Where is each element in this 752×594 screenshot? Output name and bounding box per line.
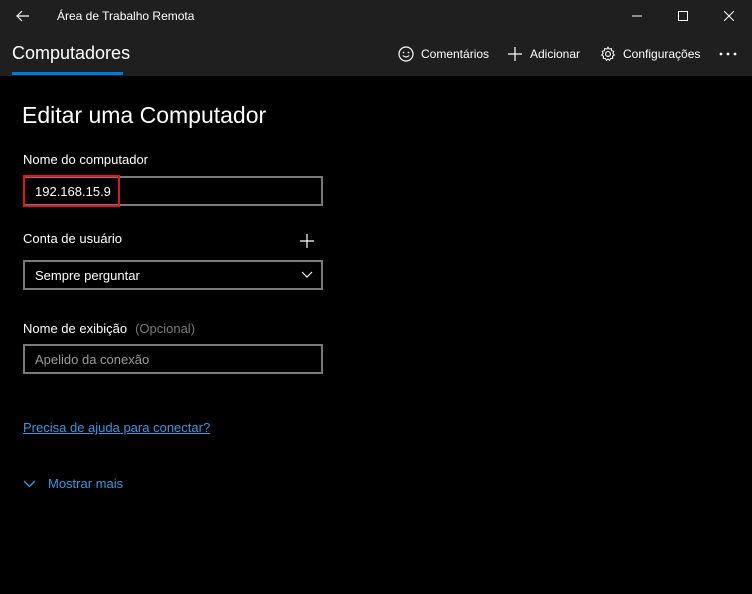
highlight-annotation [23, 175, 120, 207]
display-name-placeholder: Apelido da conexão [35, 351, 150, 367]
active-tab-indicator [12, 72, 123, 75]
command-bar: Computadores Comentários Adicionar Confi… [0, 32, 752, 76]
show-more-label: Mostrar mais [48, 476, 124, 491]
add-button[interactable]: Adicionar [507, 32, 580, 76]
add-label: Adicionar [530, 47, 581, 61]
window-controls [614, 0, 752, 32]
close-button[interactable] [706, 0, 752, 32]
title-bar: Área de Trabalho Remota [0, 0, 752, 32]
user-account-label: Conta de usuário [23, 231, 123, 246]
plus-icon [508, 47, 522, 61]
user-account-selected: Sempre perguntar [35, 267, 140, 283]
computer-name-label: Nome do computador [23, 152, 149, 167]
feedback-label: Comentários [421, 47, 490, 61]
settings-button[interactable]: Configurações [600, 32, 700, 76]
ellipsis-icon [719, 52, 737, 56]
maximize-icon [678, 11, 688, 21]
show-more-button[interactable]: Mostrar mais [23, 476, 123, 491]
maximize-button[interactable] [660, 0, 706, 32]
gear-icon [600, 46, 616, 62]
optional-hint: (Opcional) [135, 321, 196, 336]
user-account-dropdown[interactable]: Sempre perguntar [23, 260, 323, 290]
more-button[interactable] [718, 32, 745, 76]
settings-label: Configurações [623, 47, 701, 61]
chevron-down-icon [23, 480, 36, 487]
chevron-down-icon [301, 271, 313, 278]
close-icon [724, 11, 734, 21]
back-arrow-icon [16, 10, 29, 22]
add-user-account-button[interactable] [299, 233, 315, 249]
help-link[interactable]: Precisa de ajuda para conectar? [23, 420, 210, 435]
tab-computadores[interactable]: Computadores [12, 43, 130, 64]
minimize-icon [632, 15, 642, 17]
window-title: Área de Trabalho Remota [57, 9, 195, 23]
plus-icon [300, 234, 314, 248]
page-title: Editar uma Computador [22, 102, 267, 128]
display-name-label: Nome de exibição (Opcional) [23, 321, 195, 336]
minimize-button[interactable] [614, 0, 660, 32]
smiley-icon [398, 46, 414, 62]
display-name-label-text: Nome de exibição [23, 321, 128, 336]
display-name-input[interactable]: Apelido da conexão [23, 344, 323, 374]
feedback-button[interactable]: Comentários [398, 32, 489, 76]
back-button[interactable] [0, 0, 46, 32]
